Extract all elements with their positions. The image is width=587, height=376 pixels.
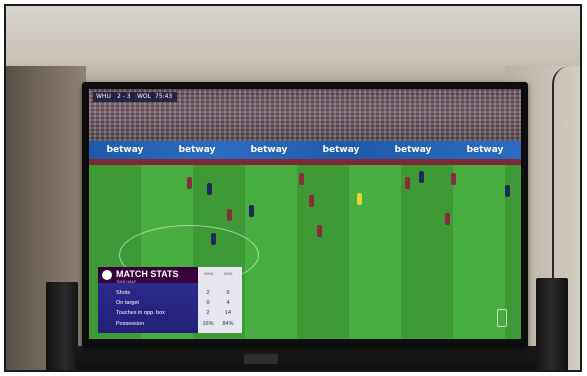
stat-label: Shots: [116, 290, 131, 296]
player: [309, 195, 314, 207]
adboard-text: betway: [106, 145, 144, 155]
set-top-box: [244, 354, 278, 364]
match-clock: 75:43: [155, 93, 173, 100]
player: [187, 177, 192, 189]
stat-away-value: 4: [226, 300, 230, 306]
power-cable: [552, 66, 570, 296]
player: [249, 205, 254, 217]
tv-stand: [76, 346, 536, 370]
player: [505, 185, 510, 197]
player: [445, 213, 450, 225]
stat-label: On target: [116, 300, 139, 306]
stat-home-value: 0: [206, 300, 210, 306]
score-home: WHU: [96, 93, 111, 100]
stat-label: Touches in opp. box: [116, 310, 165, 316]
right-speaker: [536, 278, 568, 370]
score-bug: WHU 2 - 3 WOL 75:43: [93, 92, 177, 102]
adboard-text: betway: [322, 145, 360, 155]
stats-row: On target 0 4: [98, 300, 242, 308]
column-away: WOL: [224, 271, 234, 276]
adboard-text: betway: [178, 145, 216, 155]
column-home: WHU: [204, 271, 214, 276]
ceiling: [6, 6, 580, 84]
player: [317, 225, 322, 237]
player: [211, 233, 216, 245]
player: [207, 183, 212, 195]
adboard-text: betway: [250, 145, 288, 155]
stat-home-value: 2: [206, 310, 210, 316]
player: [419, 171, 424, 183]
stat-label: Possession: [116, 321, 145, 327]
stats-title: MATCH STATS: [116, 269, 179, 279]
stats-header: MATCH STATS THIS HALF: [98, 267, 198, 284]
stat-home-value: 2: [206, 290, 210, 296]
player: [299, 173, 304, 185]
channel-logo-icon: [497, 309, 507, 327]
photo-frame: WHU 2 - 3 WOL 75:43 betway betway betway…: [4, 4, 582, 372]
player: [405, 177, 410, 189]
stats-row: Possession 16% 84%: [98, 321, 242, 329]
adboard-text: betway: [394, 145, 432, 155]
referee: [357, 193, 362, 205]
score-away: WOL: [137, 93, 151, 100]
match-stats-panel: MATCH STATS THIS HALF WHU WOL Shots 2 9 …: [98, 267, 242, 333]
stat-away-value: 9: [226, 290, 230, 296]
television: WHU 2 - 3 WOL 75:43 betway betway betway…: [82, 82, 528, 348]
tv-screen: WHU 2 - 3 WOL 75:43 betway betway betway…: [89, 89, 521, 339]
score-value: 2 - 3: [117, 93, 131, 100]
player: [451, 173, 456, 185]
advertising-boards: betway betway betway betway betway betwa…: [89, 141, 521, 159]
stat-away-value: 84%: [222, 321, 234, 327]
adboard-text: betway: [466, 145, 504, 155]
left-speaker: [46, 282, 78, 370]
stat-home-value: 16%: [202, 321, 214, 327]
stats-row: Shots 2 9: [98, 290, 242, 298]
stat-away-value: 14: [224, 310, 232, 316]
stats-row: Touches in opp. box 2 14: [98, 310, 242, 318]
league-logo-icon: [102, 270, 112, 280]
player: [227, 209, 232, 221]
